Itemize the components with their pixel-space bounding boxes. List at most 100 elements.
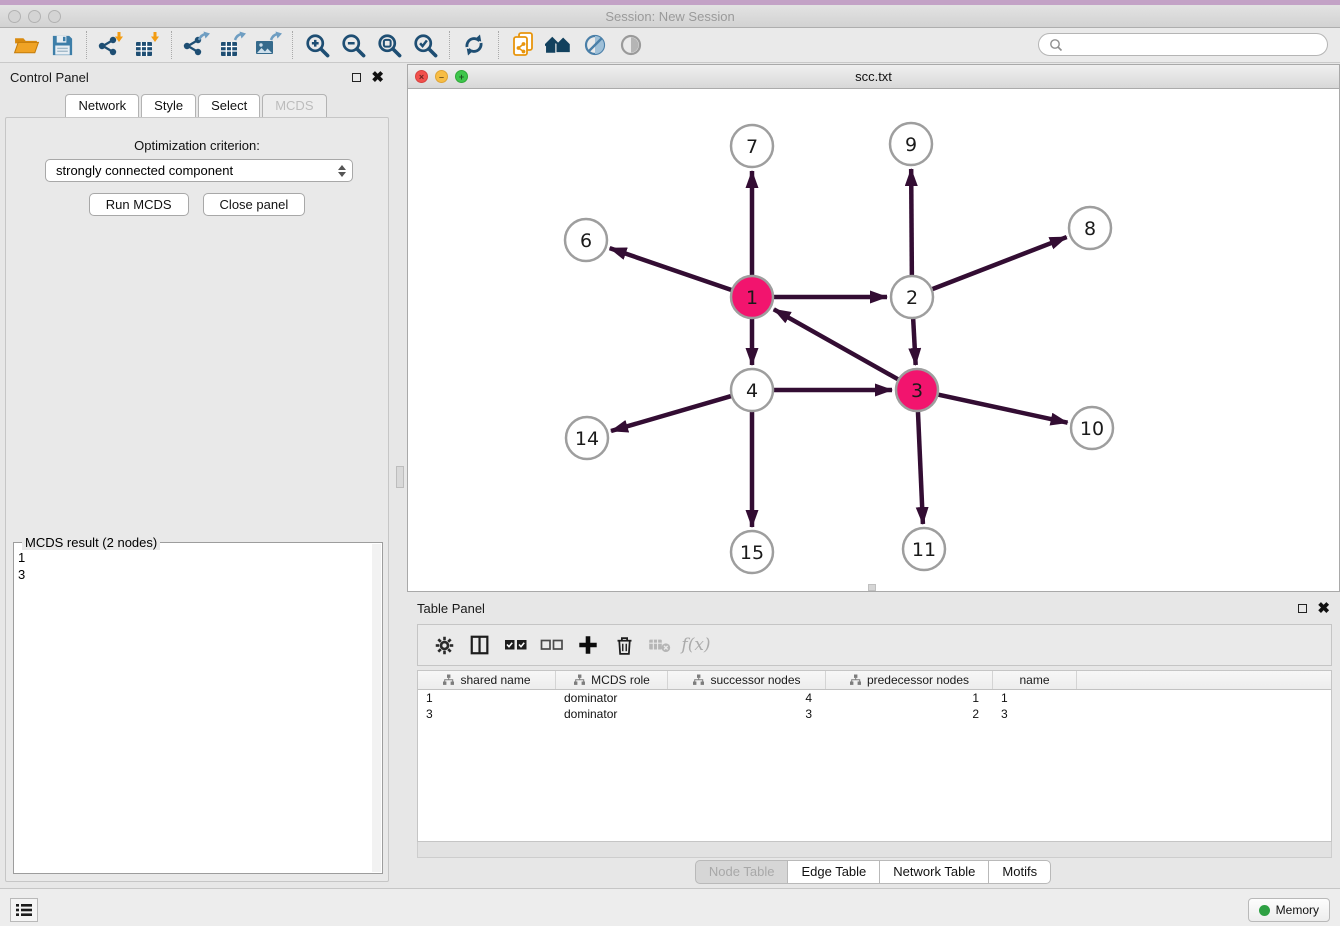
edge-2-3[interactable] — [913, 316, 916, 365]
zoom-out-icon[interactable] — [335, 30, 371, 60]
tab-motifs[interactable]: Motifs — [988, 860, 1051, 884]
network-graph-canvas[interactable]: 7968124314101511 — [408, 89, 1339, 591]
edge-3-1[interactable] — [774, 309, 901, 380]
toolbar-separator — [498, 31, 499, 59]
table-cell: dominator — [556, 706, 668, 722]
node-label-11: 11 — [912, 539, 936, 561]
table-row[interactable]: 1dominator411 — [418, 690, 1331, 706]
table-scrollbar[interactable] — [417, 842, 1332, 858]
export-network-icon[interactable] — [178, 30, 214, 60]
session-title: Session: New Session — [0, 9, 1340, 24]
node-table-header: shared nameMCDS rolesuccessor nodesprede… — [418, 671, 1331, 690]
attribute-tree-icon — [692, 674, 705, 686]
tab-edge-table[interactable]: Edge Table — [787, 860, 880, 884]
vertical-splitter[interactable] — [394, 63, 407, 888]
control-panel-tabs: Network Style Select MCDS — [0, 94, 394, 117]
delete-column-trash-icon[interactable] — [608, 630, 640, 660]
node-label-10: 10 — [1080, 418, 1104, 440]
close-panel-icon[interactable]: ✖ — [1317, 601, 1330, 616]
memory-status-icon — [1259, 905, 1270, 916]
node-label-6: 6 — [580, 230, 592, 252]
table-settings-gear-icon[interactable] — [428, 630, 460, 660]
tab-mcds[interactable]: MCDS — [262, 94, 326, 117]
run-mcds-button[interactable]: Run MCDS — [89, 193, 189, 216]
control-panel-header: Control Panel ✖ — [0, 63, 394, 91]
edge-2-9[interactable] — [911, 169, 912, 278]
open-session-icon[interactable] — [8, 30, 44, 60]
table-cell: 1 — [993, 690, 1077, 706]
zoom-fit-icon[interactable] — [371, 30, 407, 60]
mcds-result-box: MCDS result (2 nodes) 1 3 — [13, 542, 383, 874]
create-column-plus-icon[interactable] — [572, 630, 604, 660]
table-panel-header: Table Panel ✖ — [407, 594, 1340, 622]
column-header-predecessor-nodes[interactable]: predecessor nodes — [826, 671, 993, 689]
toolbar-separator — [171, 31, 172, 59]
control-panel-title: Control Panel — [10, 70, 89, 85]
close-panel-button[interactable]: Close panel — [203, 193, 306, 216]
select-stepper-icon — [338, 165, 346, 177]
attribute-tree-icon — [849, 674, 862, 686]
table-row[interactable]: 3dominator323 — [418, 706, 1331, 722]
select-all-rows-icon[interactable] — [500, 630, 532, 660]
network-resize-handle[interactable] — [868, 584, 876, 591]
tab-style[interactable]: Style — [141, 94, 196, 117]
home-networks-icon[interactable] — [541, 30, 577, 60]
edge-2-8[interactable] — [930, 237, 1067, 290]
tab-select[interactable]: Select — [198, 94, 260, 117]
delete-table-icon-disabled — [644, 630, 676, 660]
zoom-in-icon[interactable] — [299, 30, 335, 60]
column-header-MCDS-role[interactable]: MCDS role — [556, 671, 668, 689]
table-cell: dominator — [556, 690, 668, 706]
column-header-shared-name[interactable]: shared name — [418, 671, 556, 689]
tab-node-table[interactable]: Node Table — [695, 860, 789, 884]
splitter-handle[interactable] — [396, 466, 404, 488]
node-label-9: 9 — [905, 134, 917, 156]
float-panel-icon[interactable] — [1298, 604, 1307, 613]
close-panel-icon[interactable]: ✖ — [371, 70, 384, 85]
task-history-button[interactable] — [10, 898, 38, 922]
tab-network[interactable]: Network — [65, 94, 139, 117]
mcds-result-legend: MCDS result (2 nodes) — [22, 535, 160, 550]
list-icon — [16, 903, 32, 917]
toolbar-separator — [292, 31, 293, 59]
import-network-icon[interactable] — [93, 30, 129, 60]
save-session-icon[interactable] — [44, 30, 80, 60]
node-table-body: 1dominator4113dominator323 — [418, 690, 1331, 722]
memory-button[interactable]: Memory — [1248, 898, 1330, 922]
duplicate-network-icon[interactable] — [505, 30, 541, 60]
column-header-successor-nodes[interactable]: successor nodes — [668, 671, 826, 689]
optimization-criterion-select[interactable]: strongly connected component — [45, 159, 353, 182]
show-hide-eye-icon[interactable] — [613, 30, 649, 60]
export-table-icon[interactable] — [214, 30, 250, 60]
edge-4-14[interactable] — [611, 395, 734, 431]
main-toolbar — [0, 28, 1340, 63]
show-columns-icon[interactable] — [464, 630, 496, 660]
apply-layout-icon[interactable] — [456, 30, 492, 60]
optimization-criterion-value: strongly connected component — [56, 163, 233, 178]
float-panel-icon[interactable] — [352, 73, 361, 82]
network-window-titlebar: × – + scc.txt — [408, 65, 1339, 89]
table-cell: 3 — [993, 706, 1077, 722]
node-label-14: 14 — [575, 428, 599, 450]
table-cell: 2 — [826, 706, 993, 722]
edge-3-10[interactable] — [936, 394, 1068, 423]
search-field[interactable] — [1038, 33, 1328, 56]
table-panel-title: Table Panel — [417, 601, 485, 616]
table-cell: 3 — [418, 706, 556, 722]
search-input[interactable] — [1067, 38, 1327, 52]
mcds-panel: Optimization criterion: strongly connect… — [5, 117, 389, 882]
column-header-name[interactable]: name — [993, 671, 1077, 689]
export-image-icon[interactable] — [250, 30, 286, 60]
tab-network-table[interactable]: Network Table — [879, 860, 989, 884]
edge-3-11[interactable] — [918, 409, 923, 524]
node-label-2: 2 — [906, 287, 918, 309]
toggle-graphics-details-icon[interactable] — [577, 30, 613, 60]
optimization-criterion-label: Optimization criterion: — [6, 138, 388, 153]
deselect-all-rows-icon[interactable] — [536, 630, 568, 660]
zoom-selected-icon[interactable] — [407, 30, 443, 60]
table-toolbar: f(x) — [417, 624, 1332, 666]
import-table-icon[interactable] — [129, 30, 165, 60]
edge-1-6[interactable] — [610, 248, 734, 291]
node-label-3: 3 — [911, 380, 923, 402]
mcds-result-scrollbar[interactable] — [372, 544, 381, 872]
